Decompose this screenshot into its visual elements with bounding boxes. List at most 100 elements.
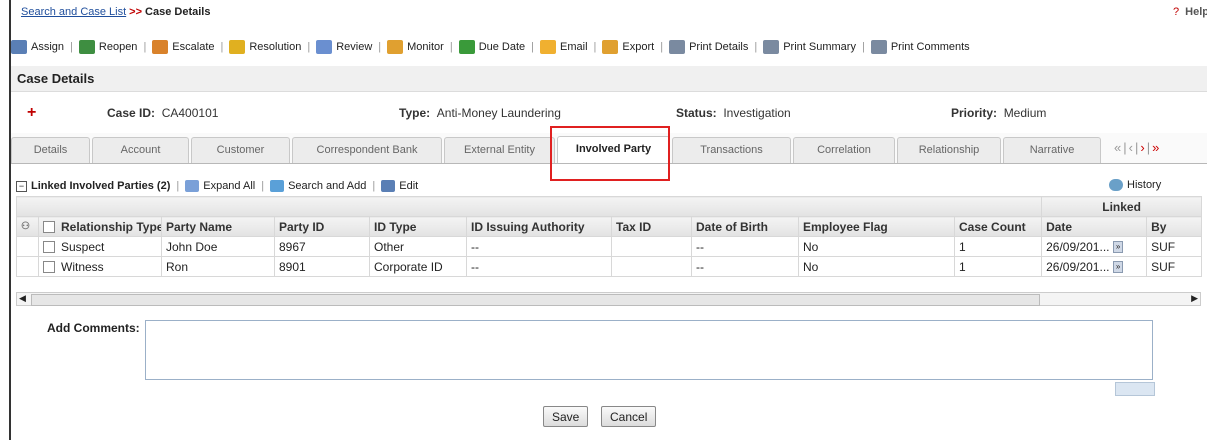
print-details-button[interactable]: Print Details [669, 40, 748, 54]
col-id-issuing-authority[interactable]: ID Issuing Authority [466, 216, 612, 237]
tab-account[interactable]: Account [92, 137, 189, 163]
toolbar-label: Due Date [478, 41, 526, 53]
row-checkbox[interactable] [43, 241, 55, 254]
export-button[interactable]: Export [602, 40, 654, 54]
toolbar-label: Print Summary [783, 41, 856, 53]
due-date-button[interactable]: Due Date [458, 40, 526, 54]
tab-customer[interactable]: Customer [191, 137, 290, 163]
cell-employee-flag: No [798, 256, 955, 277]
search-add-button[interactable]: Search and Add [270, 180, 366, 192]
case-type: Type: Anti-Money Laundering [399, 106, 561, 120]
panel-header: − Linked Involved Parties (2) | Expand A… [16, 176, 1204, 196]
group-header-blank [15, 196, 1043, 217]
table-row[interactable]: Witness Ron 8901 Corporate ID -- -- No 1… [16, 256, 1203, 277]
toolbar-label: Reopen [98, 41, 138, 53]
history-label: History [1127, 179, 1162, 191]
toolbar-label: Assign [31, 41, 65, 53]
monitor-button[interactable]: Monitor [387, 40, 444, 54]
cell-date: 26/09/201... [1046, 259, 1110, 274]
toolbar-label: Monitor [407, 41, 444, 53]
cancel-button[interactable]: Cancel [601, 406, 657, 427]
comments-label: Add Comments: [47, 321, 140, 335]
resolution-icon [229, 40, 246, 54]
cell-party-name: Ron [161, 256, 275, 277]
toolbar-separator: | [754, 41, 758, 53]
table-row[interactable]: Suspect John Doe 8967 Other -- -- No 1 2… [16, 236, 1203, 257]
edit-button[interactable]: Edit [381, 180, 418, 192]
reopen-button[interactable]: Reopen [78, 40, 138, 54]
tab-correlation[interactable]: Correlation [793, 137, 895, 163]
tab-transactions[interactable]: Transactions [672, 137, 791, 163]
select-all-checkbox[interactable] [43, 221, 55, 234]
expand-row-icon[interactable]: » [1112, 261, 1124, 274]
cell-case-count: 1 [953, 236, 1043, 257]
toolbar-separator: | [307, 41, 311, 53]
breadcrumb-link-search[interactable]: Search and Case List [21, 6, 126, 18]
expand-row-icon[interactable]: » [1112, 241, 1124, 254]
collapse-icon[interactable]: − [16, 180, 27, 192]
col-by[interactable]: By [1146, 216, 1203, 237]
cell-id-type: Corporate ID [369, 256, 467, 277]
col-relationship-type[interactable]: Relationship Type [38, 216, 162, 237]
cell-id-issuing-authority: -- [466, 236, 612, 257]
print-summary-button[interactable]: Print Summary [763, 40, 856, 54]
first-tab-icon[interactable]: « [1114, 140, 1123, 155]
add-icon[interactable]: + [27, 104, 36, 122]
cell-date-of-birth: -- [691, 256, 799, 277]
cell-id-issuing-authority: -- [466, 256, 612, 277]
print-comments-button[interactable]: Print Comments [870, 40, 970, 54]
cell-employee-flag: No [798, 236, 955, 257]
scroll-right-icon[interactable]: ▶ [1191, 293, 1198, 304]
col-case-count[interactable]: Case Count [953, 216, 1043, 237]
tab-involved-party[interactable]: Involved Party [557, 136, 670, 163]
case-status: Status: Investigation [676, 106, 791, 120]
assign-icon [11, 40, 27, 54]
tab-narrative[interactable]: Narrative [1003, 137, 1101, 163]
scrollbar-thumb[interactable] [31, 294, 1040, 306]
review-button[interactable]: Review [316, 40, 372, 54]
help-link[interactable]: ? Help [1173, 6, 1207, 18]
col-tax-id[interactable]: Tax ID [611, 216, 692, 237]
history-button[interactable]: History [1109, 179, 1161, 191]
printer-icon [870, 40, 887, 54]
monitor-icon [387, 40, 404, 54]
escalate-button[interactable]: Escalate [152, 40, 215, 54]
breadcrumb-separator: >> [129, 6, 143, 18]
col-employee-flag[interactable]: Employee Flag [798, 216, 955, 237]
search-add-icon [270, 180, 285, 192]
email-button[interactable]: Email [540, 40, 588, 54]
scroll-left-icon[interactable]: ◀ [19, 293, 26, 304]
toolbar-separator: | [378, 41, 382, 53]
toolbar-separator: | [593, 41, 597, 53]
case-type-value: Anti-Money Laundering [436, 106, 561, 120]
save-button[interactable]: Save [543, 406, 589, 427]
textarea-resize-handle[interactable] [1115, 382, 1155, 396]
comments-textarea[interactable] [145, 320, 1153, 380]
toolbar-label: Print Comments [890, 41, 970, 53]
assign-button[interactable]: Assign [11, 40, 64, 54]
last-tab-icon[interactable]: » [1152, 140, 1161, 155]
case-details-frame: Search and Case List >> Case Details ? Help… [9, 0, 1207, 440]
col-party-id[interactable]: Party ID [274, 216, 370, 237]
col-date[interactable]: Date [1041, 216, 1148, 237]
expand-all-button[interactable]: Expand All [185, 180, 255, 192]
col-party-name[interactable]: Party Name [161, 216, 275, 237]
toolbar-separator: | [143, 41, 147, 53]
col-id-type[interactable]: ID Type [369, 216, 467, 237]
resolution-button[interactable]: Resolution [229, 40, 301, 54]
case-status-label: Status: [676, 106, 717, 120]
export-icon [602, 40, 619, 54]
cell-by: SUF [1146, 256, 1203, 277]
tab-external-entity[interactable]: External Entity [444, 137, 555, 163]
case-priority-value: Medium [1003, 106, 1047, 120]
row-options-icon[interactable]: ⚇ [16, 216, 39, 237]
tab-relationship[interactable]: Relationship [897, 137, 1001, 163]
horizontal-scrollbar[interactable]: ◀ ▶ [16, 292, 1201, 306]
help-label: Help [1185, 6, 1207, 18]
row-checkbox[interactable] [43, 261, 55, 274]
expand-all-icon [185, 180, 200, 192]
tab-correspondent-bank[interactable]: Correspondent Bank [292, 137, 442, 163]
col-date-of-birth[interactable]: Date of Birth [691, 216, 799, 237]
cell-date: 26/09/201... [1046, 239, 1110, 254]
tab-details[interactable]: Details [11, 137, 90, 163]
